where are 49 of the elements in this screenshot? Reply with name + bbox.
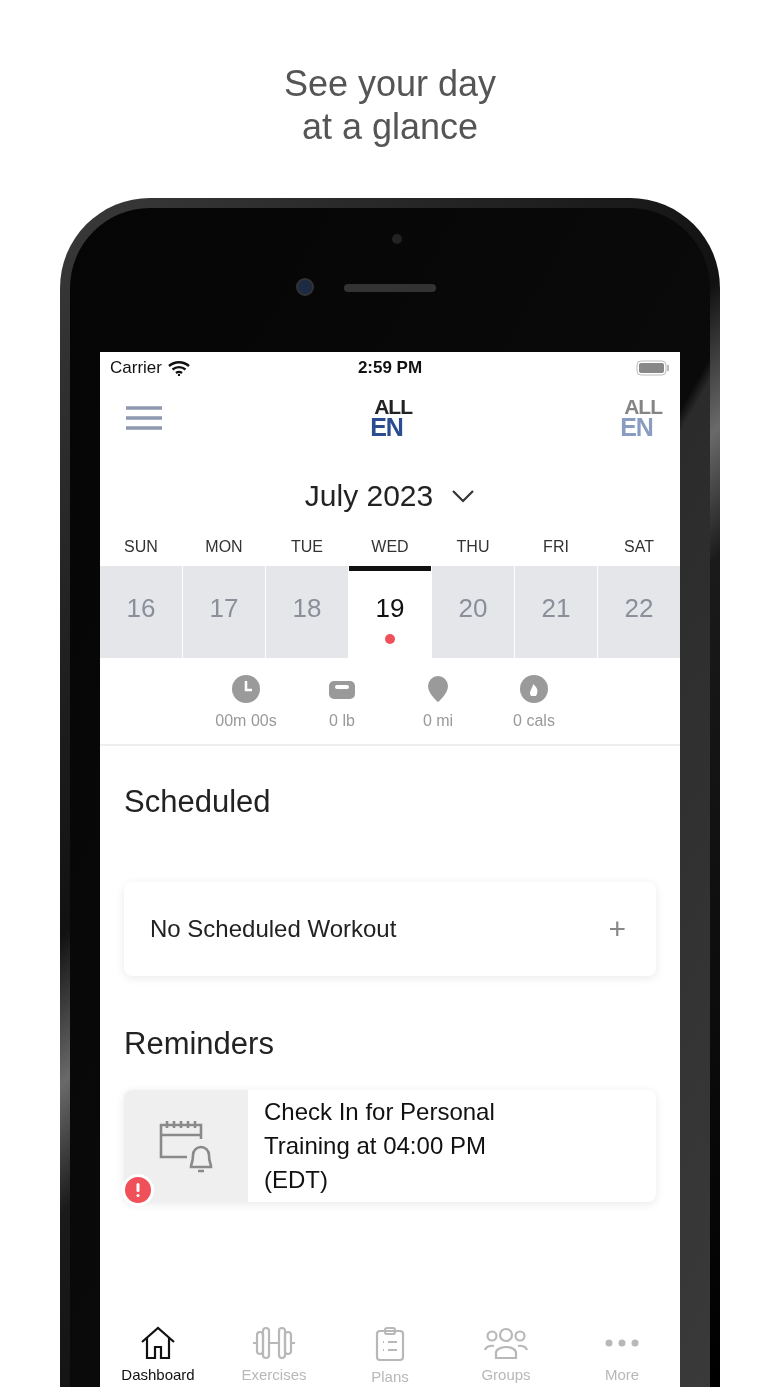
tab[interactable]: More	[564, 1316, 680, 1385]
carrier-text: Carrier	[110, 358, 162, 378]
stat-reading: 00m 00s	[215, 712, 277, 730]
dumbbell-icon	[251, 1326, 297, 1360]
battery-icon	[636, 360, 670, 376]
more-icon	[605, 1339, 639, 1347]
stat-reading: 0 lb	[329, 712, 355, 730]
sensor-icon	[392, 234, 402, 244]
group-icon	[483, 1326, 529, 1360]
add-icon[interactable]: +	[608, 912, 626, 946]
profile-logo[interactable]: ALL EN	[620, 397, 662, 439]
time-text: 2:59 PM	[357, 358, 423, 378]
tab[interactable]: Exercises	[216, 1316, 332, 1385]
weekday-label: FRI	[543, 537, 569, 557]
section-title: Scheduled	[123, 784, 272, 820]
reminder-text: Check In for Personal Training at 04:00 PM (EDT)	[264, 1097, 496, 1195]
stat-reading: 0 cals	[513, 712, 555, 730]
home-icon	[140, 1326, 176, 1360]
month-selector[interactable]: July 2023	[100, 468, 680, 524]
empty-workout-text: No Scheduled Workout	[150, 915, 397, 943]
wifi-icon	[167, 360, 190, 376]
date-cell[interactable]: 16	[100, 566, 182, 658]
date-cell[interactable]: 17	[183, 566, 265, 658]
tab[interactable]: Dashboard	[100, 1316, 216, 1385]
workout-card[interactable]: No Scheduled Workout +	[124, 882, 656, 976]
flame-icon	[519, 674, 549, 704]
weekday-label: SAT	[624, 537, 654, 557]
date-cell[interactable]: 18	[266, 566, 348, 658]
weekday-label: WED	[371, 537, 409, 557]
weekday-label: THU	[456, 537, 490, 557]
section-title: Reminders	[123, 1026, 275, 1062]
weekday-label: TUE	[291, 537, 323, 557]
speaker-icon	[344, 284, 436, 292]
weekday-label: MON	[205, 537, 243, 557]
clipboard-icon	[375, 1326, 405, 1362]
menu-icon[interactable]	[126, 405, 162, 431]
reminder-card[interactable]: Check In for Personal Training at 04:00 PM (EDT)	[124, 1090, 656, 1202]
stat-reading: 0 mi	[422, 712, 454, 730]
app-logo: ALL EN	[370, 397, 412, 439]
weekday-label: SUN	[124, 537, 158, 557]
camera-icon	[296, 278, 314, 296]
headline-text: See your day at a glance	[283, 62, 497, 148]
date-cell[interactable]: 20	[432, 566, 514, 658]
chevron-down-icon	[451, 489, 476, 503]
date-cell[interactable]: 22	[598, 566, 680, 658]
date-cell[interactable]: 21	[515, 566, 597, 658]
tab[interactable]: Groups	[448, 1316, 564, 1385]
clock-icon	[231, 674, 261, 704]
tab[interactable]: Plans	[332, 1316, 448, 1385]
